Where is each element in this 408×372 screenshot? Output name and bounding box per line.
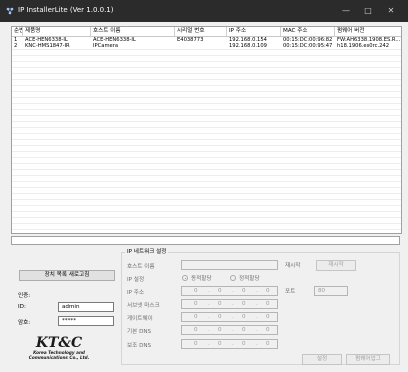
ip-address-label: IP 주소 — [127, 290, 145, 296]
grid-line — [12, 187, 401, 188]
grid-line — [12, 73, 401, 74]
primary-dns-label: 기본 DNS — [127, 329, 152, 335]
device-list[interactable]: 순번 제품명 호스트 이름 시리얼 번호 IP 주소 MAC 주소 펌웨어 버전… — [11, 26, 402, 234]
col-header-hostname[interactable]: 호스트 이름 — [91, 27, 175, 36]
grid-line — [12, 151, 401, 152]
col-header-product[interactable]: 제품명 — [23, 27, 91, 36]
minimize-button[interactable]: — — [336, 4, 356, 18]
col-header-mac[interactable]: MAC 주소 — [281, 27, 335, 36]
grid-line — [12, 49, 401, 50]
svg-text:KT&C: KT&C — [35, 335, 82, 351]
group-title: IP 네트워크 설정 — [125, 249, 169, 256]
restart-label: 재시작 — [285, 263, 301, 269]
grid-line — [12, 121, 401, 122]
id-field[interactable]: admin — [58, 302, 114, 312]
radio-dynamic[interactable] — [182, 275, 188, 281]
ip-setting-label: IP 설정 — [127, 277, 145, 283]
secondary-dns-label: 보조 DNS — [127, 343, 152, 349]
radio-dynamic-label: 동적할당 — [191, 276, 212, 282]
grid-line — [12, 145, 401, 146]
title-bar: IP InstallerLite (Ver 1.0.0.1) — □ ✕ — [0, 0, 408, 22]
auth-label: 인증: — [18, 293, 31, 299]
ktc-logo: KT&C Korea Technology and Communications… — [29, 335, 90, 360]
gateway-label: 게이트웨이 — [127, 316, 153, 322]
grid-line — [12, 229, 401, 230]
primary-dns-field[interactable]: 0. 0. 0. 0 — [181, 325, 278, 335]
device-list-header: 순번 제품명 호스트 이름 시리얼 번호 IP 주소 MAC 주소 펌웨어 버전 — [12, 27, 401, 37]
grid-line — [12, 127, 401, 128]
grid-line — [12, 181, 401, 182]
subnet-field[interactable]: 0. 0. 0. 0 — [181, 299, 278, 309]
port-label: 포트 — [285, 289, 296, 295]
grid-line — [12, 193, 401, 194]
port-field[interactable]: 80 — [314, 286, 348, 296]
grid-line — [12, 217, 401, 218]
grid-line — [12, 139, 401, 140]
grid-line — [12, 115, 401, 116]
grid-line — [12, 79, 401, 80]
grid-line — [12, 211, 401, 212]
grid-line — [12, 103, 401, 104]
refresh-device-list-button[interactable]: 장치 목록 새로고침 — [19, 270, 115, 281]
grid-line — [12, 85, 401, 86]
close-button[interactable]: ✕ — [381, 4, 401, 18]
grid-line — [12, 55, 401, 56]
grid-line — [12, 67, 401, 68]
grid-line — [12, 163, 401, 164]
password-label: 암호: — [18, 320, 31, 326]
col-header-ip[interactable]: IP 주소 — [227, 27, 281, 36]
radio-static[interactable] — [230, 275, 236, 281]
svg-text:Communications Co., Ltd.: Communications Co., Ltd. — [29, 355, 90, 360]
window-title: IP InstallerLite (Ver 1.0.0.1) — [18, 6, 114, 14]
grid-line — [12, 61, 401, 62]
gateway-field[interactable]: 0. 0. 0. 0 — [181, 312, 278, 322]
radio-static-label: 정적할당 — [239, 276, 260, 282]
grid-line — [12, 223, 401, 224]
status-bar — [11, 236, 400, 245]
grid-line — [12, 109, 401, 110]
password-field[interactable]: ***** — [58, 316, 114, 326]
grid-line — [12, 91, 401, 92]
grid-line — [12, 169, 401, 170]
subnet-label: 서브넷 마스크 — [127, 303, 160, 309]
grid-line — [12, 133, 401, 134]
hostname-field[interactable] — [181, 260, 278, 270]
grid-line — [12, 199, 401, 200]
grid-line — [12, 97, 401, 98]
col-header-serial[interactable]: 시리얼 번호 — [175, 27, 227, 36]
maximize-button[interactable]: □ — [358, 4, 378, 18]
col-header-firmware[interactable]: 펌웨어 버전 — [335, 27, 401, 36]
secondary-dns-field[interactable]: 0. 0. 0. 0 — [181, 339, 278, 349]
grid-line — [12, 175, 401, 176]
id-label: ID: — [18, 304, 26, 310]
ip-address-field[interactable]: 0. 0. 0. 0 — [181, 286, 278, 296]
restart-button[interactable]: 재시작 — [316, 260, 356, 271]
hostname-label: 호스트 이름 — [127, 264, 155, 270]
grid-line — [12, 157, 401, 158]
col-header-index[interactable]: 순번 — [12, 27, 23, 36]
grid-line — [12, 205, 401, 206]
firmware-upgrade-button[interactable]: 펌웨어업그 — [346, 354, 390, 365]
apply-settings-button[interactable]: 설정 — [302, 354, 342, 365]
app-icon — [6, 7, 14, 15]
